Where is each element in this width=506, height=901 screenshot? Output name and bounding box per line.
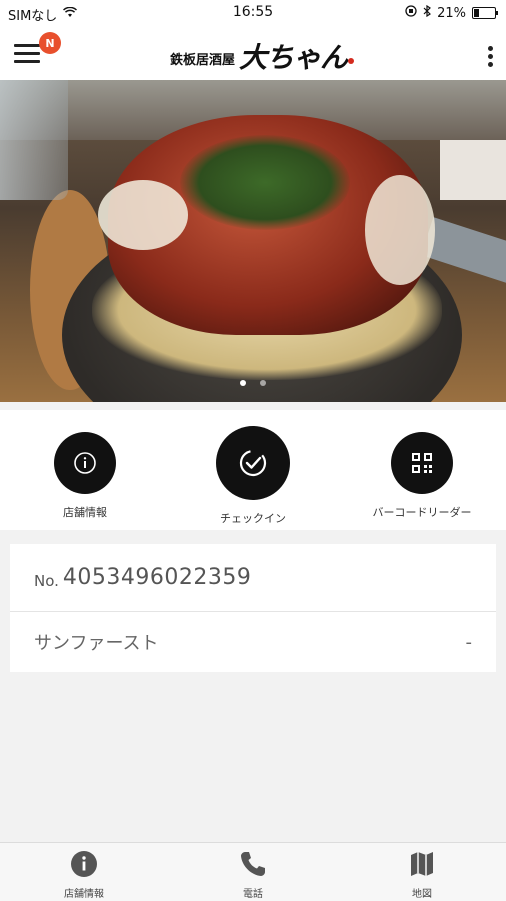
tab-map-label: 地図 [412,889,432,900]
carousel-dot-2[interactable] [260,380,266,386]
member-rank-value: - [465,631,473,653]
member-number: 4053496022359 [62,565,252,590]
menu-icon[interactable] [14,44,40,64]
member-rank-row[interactable]: サンファースト - [10,612,496,672]
app-header: N 鉄板居酒屋 大ちゃん [0,26,506,80]
tab-map[interactable]: 地図 [352,849,492,900]
member-rank-name: サンファースト [34,633,159,654]
logo-title: 大ちゃん [239,41,348,74]
notification-badge[interactable]: N [39,32,61,54]
phone-icon [241,852,265,876]
hero-aonori [180,135,350,230]
carousel-dot-1[interactable] [240,380,246,386]
map-icon [411,852,433,876]
qr-code-icon [391,432,453,494]
barcode-reader-button[interactable]: バーコードリーダー [347,432,497,520]
bluetooth-icon [423,4,432,21]
logo-dot [348,58,355,64]
checkin-button[interactable]: チェックイン [178,426,328,526]
hero-carousel[interactable] [0,80,506,402]
hero-egg-right [365,175,435,285]
check-icon [216,426,290,500]
tab-shop-info-label: 店舗情報 [64,889,104,900]
tab-shop-info[interactable]: 店舗情報 [14,849,154,900]
hero-glass [0,80,68,200]
bottom-tab-bar: 店舗情報 電話 地図 [0,842,506,901]
tab-phone[interactable]: 電話 [183,849,323,900]
member-card: No. 4053496022359 サンファースト - [10,544,496,672]
status-bar: SIMなし 16:55 21% [0,0,506,26]
tab-phone-label: 電話 [243,889,263,900]
action-bar: 店舗情報 チェックイン バーコードリーダー [0,410,506,530]
barcode-reader-label: バーコードリーダー [372,506,472,519]
member-number-row: No. 4053496022359 [10,544,496,612]
member-number-prefix: No. [34,571,59,590]
battery-percent: 21% [437,5,466,21]
more-options-icon[interactable] [486,46,494,68]
hero-paper [440,140,506,200]
info-icon [54,432,116,494]
carousel-indicator [0,380,506,386]
hero-egg [98,180,188,250]
checkin-label: チェックイン [220,512,286,525]
logo-subtitle: 鉄板居酒屋 [170,53,236,68]
shop-info-button[interactable]: 店舗情報 [10,432,160,520]
shop-logo: 鉄板居酒屋 大ちゃん [170,36,355,76]
battery-icon [472,7,498,19]
shop-info-label: 店舗情報 [63,506,107,519]
info-icon [71,851,97,877]
orientation-lock-icon [405,5,417,21]
